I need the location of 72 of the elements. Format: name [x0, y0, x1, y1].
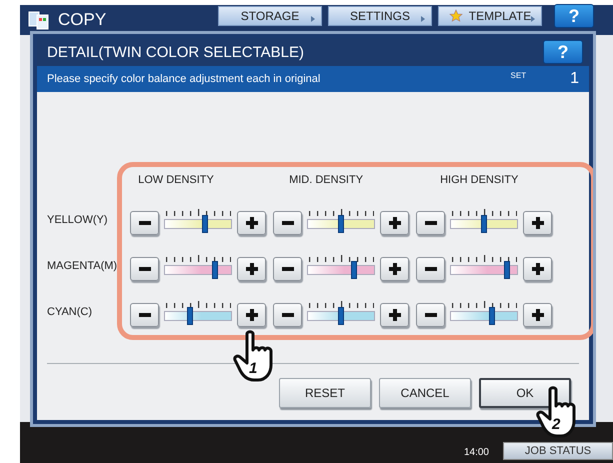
- help-button[interactable]: ?: [543, 40, 583, 64]
- plus-icon: [388, 309, 401, 321]
- row-label: CYAN(C): [47, 305, 94, 320]
- increase-button[interactable]: [523, 211, 552, 235]
- decrease-button[interactable]: [416, 211, 446, 235]
- increase-button[interactable]: [380, 257, 410, 281]
- minus-icon: [282, 221, 294, 225]
- slider-handle[interactable]: [338, 215, 344, 233]
- increase-button[interactable]: [237, 303, 266, 327]
- star-icon: [448, 9, 463, 23]
- set-count: 1: [570, 70, 579, 88]
- slider-handle[interactable]: [504, 261, 510, 279]
- dialog-button[interactable]: OK: [479, 378, 571, 408]
- decrease-button[interactable]: [273, 303, 302, 327]
- increase-button[interactable]: [380, 303, 410, 327]
- decrease-button[interactable]: [130, 303, 160, 327]
- plus-icon: [388, 217, 401, 229]
- decrease-button[interactable]: [273, 257, 302, 281]
- dialog-button[interactable]: RESET: [279, 378, 371, 408]
- increase-button[interactable]: [523, 303, 552, 327]
- dialog-button[interactable]: CANCEL: [379, 378, 471, 408]
- decrease-button[interactable]: [273, 211, 302, 235]
- minus-icon: [282, 267, 294, 271]
- decrease-button[interactable]: [130, 257, 160, 281]
- slider-handle[interactable]: [202, 215, 208, 233]
- minus-icon: [138, 221, 151, 225]
- plus-icon: [532, 309, 544, 321]
- decrease-button[interactable]: [130, 211, 160, 235]
- help-button[interactable]: ?: [554, 4, 594, 28]
- row-label: MAGENTA(M): [47, 259, 118, 274]
- slider-handle[interactable]: [338, 307, 344, 325]
- plus-icon: [532, 217, 544, 229]
- dialog-title: DETAIL(TWIN COLOR SELECTABLE): [47, 44, 304, 60]
- minus-icon: [424, 267, 437, 271]
- step-number: 2: [552, 416, 560, 433]
- row-label: YELLOW(Y): [47, 213, 109, 228]
- menu-tab[interactable]: TEMPLATE: [438, 6, 542, 26]
- message-text: Please specify color balance adjustment each in original: [47, 73, 322, 85]
- menu-tab[interactable]: STORAGE: [218, 6, 322, 26]
- set-label: SET: [510, 71, 526, 80]
- app-title: COPY: [58, 10, 108, 30]
- increase-button[interactable]: [237, 211, 266, 235]
- column-header: MID. DENSITY: [288, 174, 364, 186]
- plus-icon: [246, 309, 258, 321]
- plus-icon: [246, 217, 258, 229]
- increase-button[interactable]: [523, 257, 552, 281]
- arrow-icon: [310, 16, 316, 22]
- minus-icon: [138, 313, 151, 317]
- minus-icon: [424, 313, 437, 317]
- column-header: LOW DENSITY: [137, 174, 215, 186]
- increase-button[interactable]: [380, 211, 410, 235]
- plus-icon: [532, 263, 544, 275]
- arrow-icon: [420, 16, 426, 22]
- decrease-button[interactable]: [416, 257, 446, 281]
- step-number: 1: [249, 360, 258, 377]
- slider-handle[interactable]: [187, 307, 194, 325]
- slider-handle[interactable]: [351, 261, 358, 279]
- job-status-button[interactable]: JOB STATUS: [503, 442, 613, 460]
- plus-icon: [388, 263, 401, 275]
- slider-handle[interactable]: [488, 307, 495, 325]
- minus-icon: [138, 267, 151, 271]
- minus-icon: [424, 221, 437, 225]
- arrow-icon: [530, 16, 536, 22]
- slider-handle[interactable]: [481, 215, 488, 233]
- plus-icon: [246, 263, 258, 275]
- increase-button[interactable]: [237, 257, 266, 281]
- minus-icon: [282, 313, 294, 317]
- menu-tab[interactable]: SETTINGS: [328, 6, 432, 26]
- slider-handle[interactable]: [212, 261, 218, 279]
- column-header: HIGH DENSITY: [439, 174, 520, 186]
- decrease-button[interactable]: [416, 303, 446, 327]
- clock-time: 14:00: [464, 447, 489, 458]
